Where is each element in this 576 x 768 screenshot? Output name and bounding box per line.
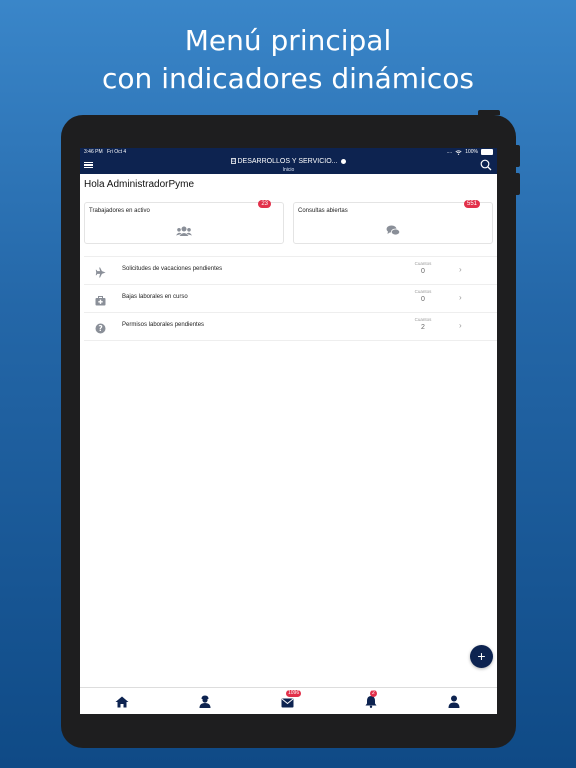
bell-icon — [365, 696, 377, 708]
count-caption: Cuantos — [414, 289, 432, 294]
count-caption: Cuantos — [414, 317, 432, 322]
card-badge: 551 — [463, 200, 480, 208]
home-icon — [115, 696, 129, 708]
tablet-volume-up-button — [516, 145, 520, 167]
users-icon — [176, 223, 192, 241]
medical-kit-icon — [95, 293, 106, 311]
list-item-label: Permisos laborales pendientes — [122, 322, 205, 328]
card-badge: 23 — [258, 200, 271, 208]
wifi-icon — [455, 149, 462, 155]
signal-indicator: .... — [446, 149, 453, 155]
company-selector[interactable]: DESARROLLOS Y SERVICIO... — [80, 158, 497, 165]
promo-title-line2: con indicadores dinámicos — [102, 62, 474, 95]
count-value: 0 — [421, 268, 425, 275]
pending-items-list: Solicitudes de vacaciones pendientes Cua… — [84, 256, 497, 341]
tab-messages[interactable]: 1096 — [281, 690, 302, 709]
svg-text:?: ? — [98, 324, 102, 333]
add-fab-button[interactable]: + — [470, 645, 493, 668]
promo-title-line1: Menú principal — [184, 24, 392, 57]
mail-icon — [281, 698, 294, 708]
search-button[interactable] — [480, 158, 492, 176]
list-item-label: Bajas laborales en curso — [122, 294, 188, 300]
tab-notifications[interactable]: 2 — [365, 690, 379, 709]
greeting: Hola AdministradorPyme — [84, 179, 195, 190]
status-time: 3:46 PM — [84, 149, 103, 155]
count-value: 0 — [421, 296, 425, 303]
chevron-right-icon: › — [459, 321, 462, 330]
chevron-right-icon: › — [459, 265, 462, 274]
tab-badge: 2 — [370, 690, 377, 697]
chevron-down-icon — [341, 158, 347, 164]
building-icon — [230, 158, 236, 164]
page-subtitle: Inicio — [282, 167, 295, 173]
profile-icon — [448, 695, 460, 708]
company-name: DESARROLLOS Y SERVICIO... — [237, 158, 338, 165]
count-caption: Cuantos — [414, 261, 432, 266]
card-label: Consultas abiertas — [298, 208, 348, 214]
status-date: Fri Oct 4 — [107, 149, 127, 155]
list-item-label: Solicitudes de vacaciones pendientes — [122, 266, 223, 272]
plane-icon — [95, 265, 107, 283]
count-value: 2 — [421, 324, 425, 331]
worker-icon — [199, 695, 211, 708]
tab-home[interactable] — [115, 695, 129, 709]
tablet-volume-down-button — [516, 173, 520, 195]
bottom-tab-bar: 1096 2 — [80, 687, 497, 714]
list-item[interactable]: Bajas laborales en curso Cuantos 0 › — [84, 285, 497, 313]
list-item[interactable]: Solicitudes de vacaciones pendientes Cua… — [84, 257, 497, 285]
status-bar: 3:46 PM Fri Oct 4 .... 100% — [80, 148, 497, 156]
tab-workers[interactable] — [199, 695, 213, 709]
active-workers-card[interactable]: Trabajadores en activo 23 — [84, 200, 284, 244]
tab-badge: 1096 — [286, 690, 302, 697]
question-icon: ? — [95, 321, 106, 339]
chevron-right-icon: › — [459, 293, 462, 302]
tablet-top-button — [478, 110, 500, 115]
search-icon — [480, 159, 492, 171]
card-label: Trabajadores en activo — [89, 208, 150, 214]
list-item[interactable]: ? Permisos laborales pendientes Cuantos … — [84, 313, 497, 341]
tab-profile[interactable] — [448, 695, 462, 709]
chat-bubbles-icon — [386, 223, 401, 241]
open-inquiries-card[interactable]: Consultas abiertas 551 — [293, 200, 493, 244]
app-screen: 3:46 PM Fri Oct 4 .... 100% DESARROLLOS … — [80, 148, 497, 714]
battery-icon — [481, 149, 493, 155]
app-header: DESARROLLOS Y SERVICIO... Inicio — [80, 156, 497, 174]
battery-percent: 100% — [465, 149, 478, 155]
